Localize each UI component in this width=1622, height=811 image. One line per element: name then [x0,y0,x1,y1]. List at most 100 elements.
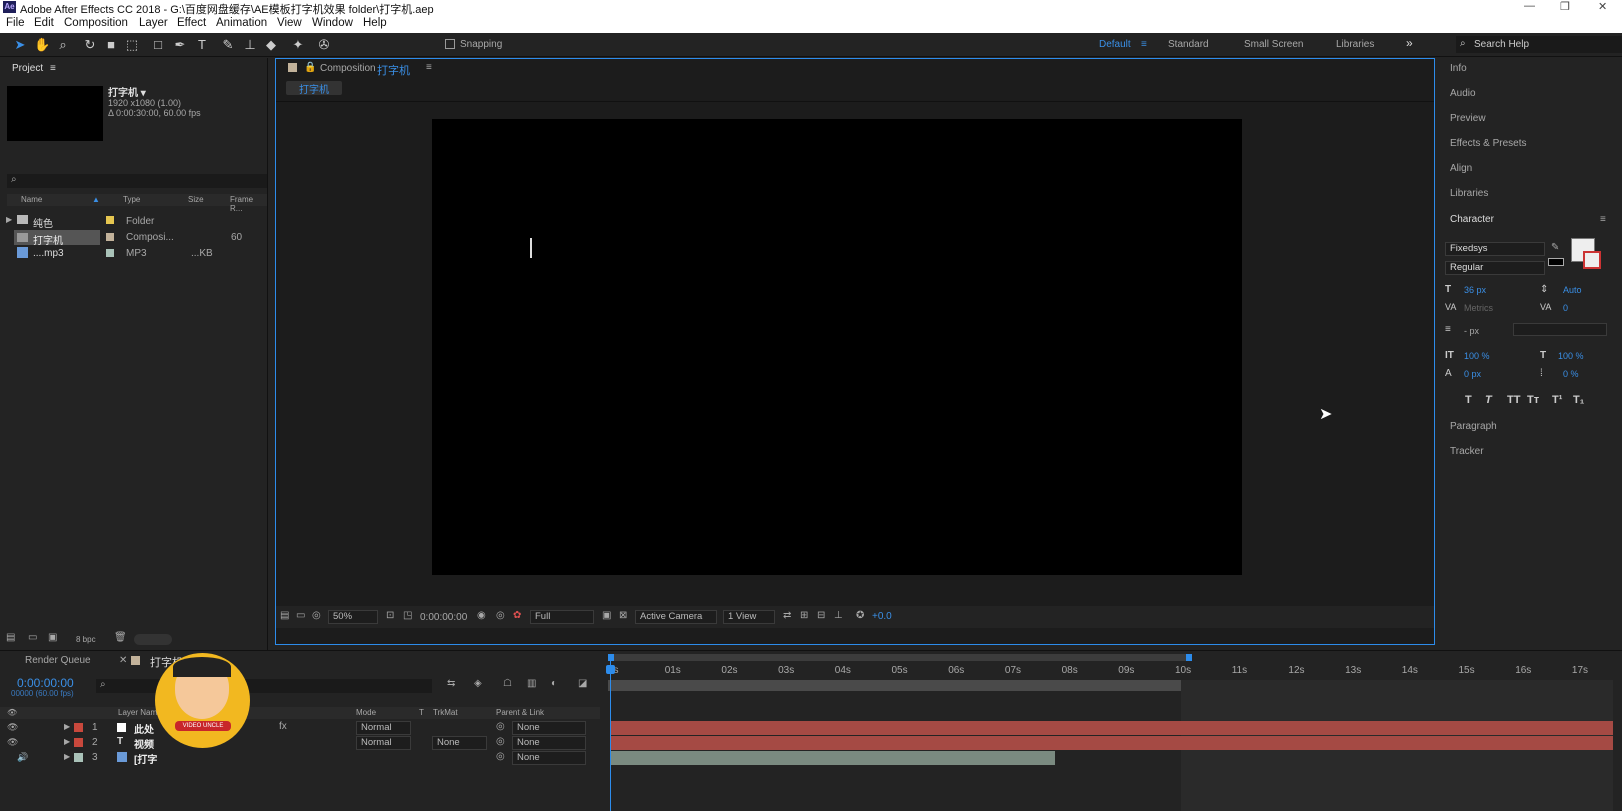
eraser-tool-icon[interactable]: ◆ [263,37,279,53]
comp-mini-flowchart-icon[interactable]: ⇆ [447,678,455,689]
snapshot-icon[interactable]: ◉ [477,610,486,621]
panel-paragraph[interactable]: Paragraph [1450,421,1497,432]
minimize-icon[interactable]: — [1524,0,1535,12]
snapping-checkbox[interactable] [445,39,455,49]
project-item[interactable]: 打字机 Composi... 60 [0,230,268,247]
workspace-standard[interactable]: Standard [1168,39,1209,50]
project-tab[interactable]: Project [12,63,43,74]
vertical-scale-value[interactable]: 100 % [1464,351,1490,361]
all-caps-button[interactable]: TT [1507,394,1520,406]
menu-file[interactable]: File [6,17,25,29]
col-name[interactable]: Name [21,195,42,204]
toggle-pixel-icon[interactable]: ⇄ [783,610,791,621]
comp-name[interactable]: 打字机 ▾ [108,84,146,99]
menu-edit[interactable]: Edit [34,17,54,29]
project-item[interactable]: ....mp3 MP3 ...KB [0,246,268,262]
tracking-value[interactable]: 0 [1563,303,1568,313]
current-time[interactable]: 0:00:00:00 [420,612,467,623]
resolution-dropdown[interactable]: Full [530,610,594,624]
frame-blending-icon[interactable]: ▥ [527,678,536,689]
col-frame-rate[interactable]: Frame R... [230,195,267,213]
fit-icon[interactable]: ⊡ [386,610,394,621]
comp-tab-label[interactable]: Composition [320,63,376,74]
layer-bar-1[interactable] [611,721,1613,735]
selection-tool-icon[interactable]: ➤ [12,37,28,53]
layer-row[interactable]: 👁 ▶ 1 此处 fx Normal ◎ None [0,721,600,736]
roi-icon[interactable]: ▣ [602,610,611,621]
rotate-tool-icon[interactable]: ↻ [82,37,98,53]
layer-bar-2[interactable] [611,736,1613,750]
fast-preview-icon[interactable]: ⊞ [800,610,808,621]
eye-icon[interactable]: 👁 [7,737,18,748]
bpc-label[interactable]: 8 bpc [76,635,96,644]
camera-tool-icon[interactable]: ■ [103,37,119,53]
parent-dropdown[interactable]: None [512,736,586,750]
font-family-dropdown[interactable]: Fixedsys [1445,242,1545,256]
zoom-tool-icon[interactable]: ⌕ [55,37,71,53]
shy-icon[interactable]: ☖ [503,678,512,689]
brush-tool-icon[interactable]: ✎ [220,37,236,53]
font-style-dropdown[interactable]: Regular [1445,261,1545,275]
thumbnail-slider[interactable] [134,634,172,645]
panel-character[interactable]: Character [1450,214,1494,225]
workspace-menu-icon[interactable]: ≡ [1141,39,1147,50]
show-snapshot-icon[interactable]: ◎ [496,610,505,621]
expand-arrow-icon[interactable]: ▶ [6,215,12,224]
camera-dropdown[interactable]: Active Camera [635,610,717,624]
menu-layer[interactable]: Layer [139,17,168,29]
project-item[interactable]: ▶ 纯色 Folder [0,214,268,230]
panel-audio[interactable]: Audio [1450,88,1476,99]
audio-icon[interactable]: 🔊 [17,752,28,763]
superscript-button[interactable]: T¹ [1552,394,1562,406]
transparency-grid-icon[interactable]: ⊠ [619,610,627,621]
color-channel-icon[interactable]: ✿ [513,610,521,621]
col-type[interactable]: Type [123,195,140,204]
timeline-icon[interactable]: ⊟ [817,610,825,621]
close-icon[interactable]: ✕ [1598,0,1607,13]
col-size[interactable]: Size [188,195,204,204]
workspace-default[interactable]: Default [1099,39,1131,50]
leading-value[interactable]: Auto [1563,285,1582,295]
monitor-icon[interactable]: ▭ [296,610,305,621]
menu-composition[interactable]: Composition [64,17,128,29]
expand-arrow-icon[interactable]: ▶ [64,722,70,731]
panel-effects-presets[interactable]: Effects & Presets [1450,138,1527,149]
label-color[interactable] [106,249,114,257]
time-ruler[interactable]: 0s01s02s03s04s05s06s07s08s09s10s11s12s13… [608,665,1613,679]
trkmat-dropdown[interactable]: None [432,736,487,750]
playhead-handle[interactable] [606,665,615,674]
flowchart-icon[interactable]: ⊥ [834,610,843,621]
stroke-width-value[interactable]: - px [1464,326,1479,336]
label-color[interactable] [74,738,83,747]
fx-icon[interactable]: fx [279,721,287,732]
work-area-bar-lower[interactable] [608,680,1181,691]
type-tool-icon[interactable]: T [194,37,210,53]
label-color[interactable] [106,216,114,224]
horizontal-scale-value[interactable]: 100 % [1558,351,1584,361]
mode-header[interactable]: Mode [356,708,376,717]
font-size-value[interactable]: 36 px [1464,285,1486,295]
panel-menu-icon[interactable]: ≡ [426,62,432,73]
expand-arrow-icon[interactable]: ▶ [64,737,70,746]
timeline-current-time[interactable]: 0:00:00:00 [17,676,74,690]
views-dropdown[interactable]: 1 View [723,610,775,624]
expand-arrow-icon[interactable]: ▶ [64,752,70,761]
roto-brush-icon[interactable]: ✦ [290,37,306,53]
new-comp-icon[interactable]: ▣ [48,632,57,643]
clone-tool-icon[interactable]: ⊥ [242,37,258,53]
label-color[interactable] [106,233,114,241]
panel-menu-icon[interactable]: ≡ [50,63,56,74]
vr-icon[interactable]: ◎ [312,610,321,621]
blend-mode-dropdown[interactable]: Normal [356,721,411,735]
rectangle-tool-icon[interactable]: □ [150,37,166,53]
pick-whip-icon[interactable]: ◎ [496,736,505,747]
panel-preview[interactable]: Preview [1450,113,1486,124]
lock-icon[interactable]: 🔒 [304,62,316,73]
playhead[interactable] [610,661,611,811]
small-caps-button[interactable]: Tт [1527,394,1539,406]
exposure-value[interactable]: +0.0 [872,611,892,622]
faux-italic-button[interactable]: T [1485,394,1492,406]
pick-whip-icon[interactable]: ◎ [496,751,505,762]
menu-view[interactable]: View [277,17,302,29]
comp-viewer-canvas[interactable] [432,119,1242,575]
